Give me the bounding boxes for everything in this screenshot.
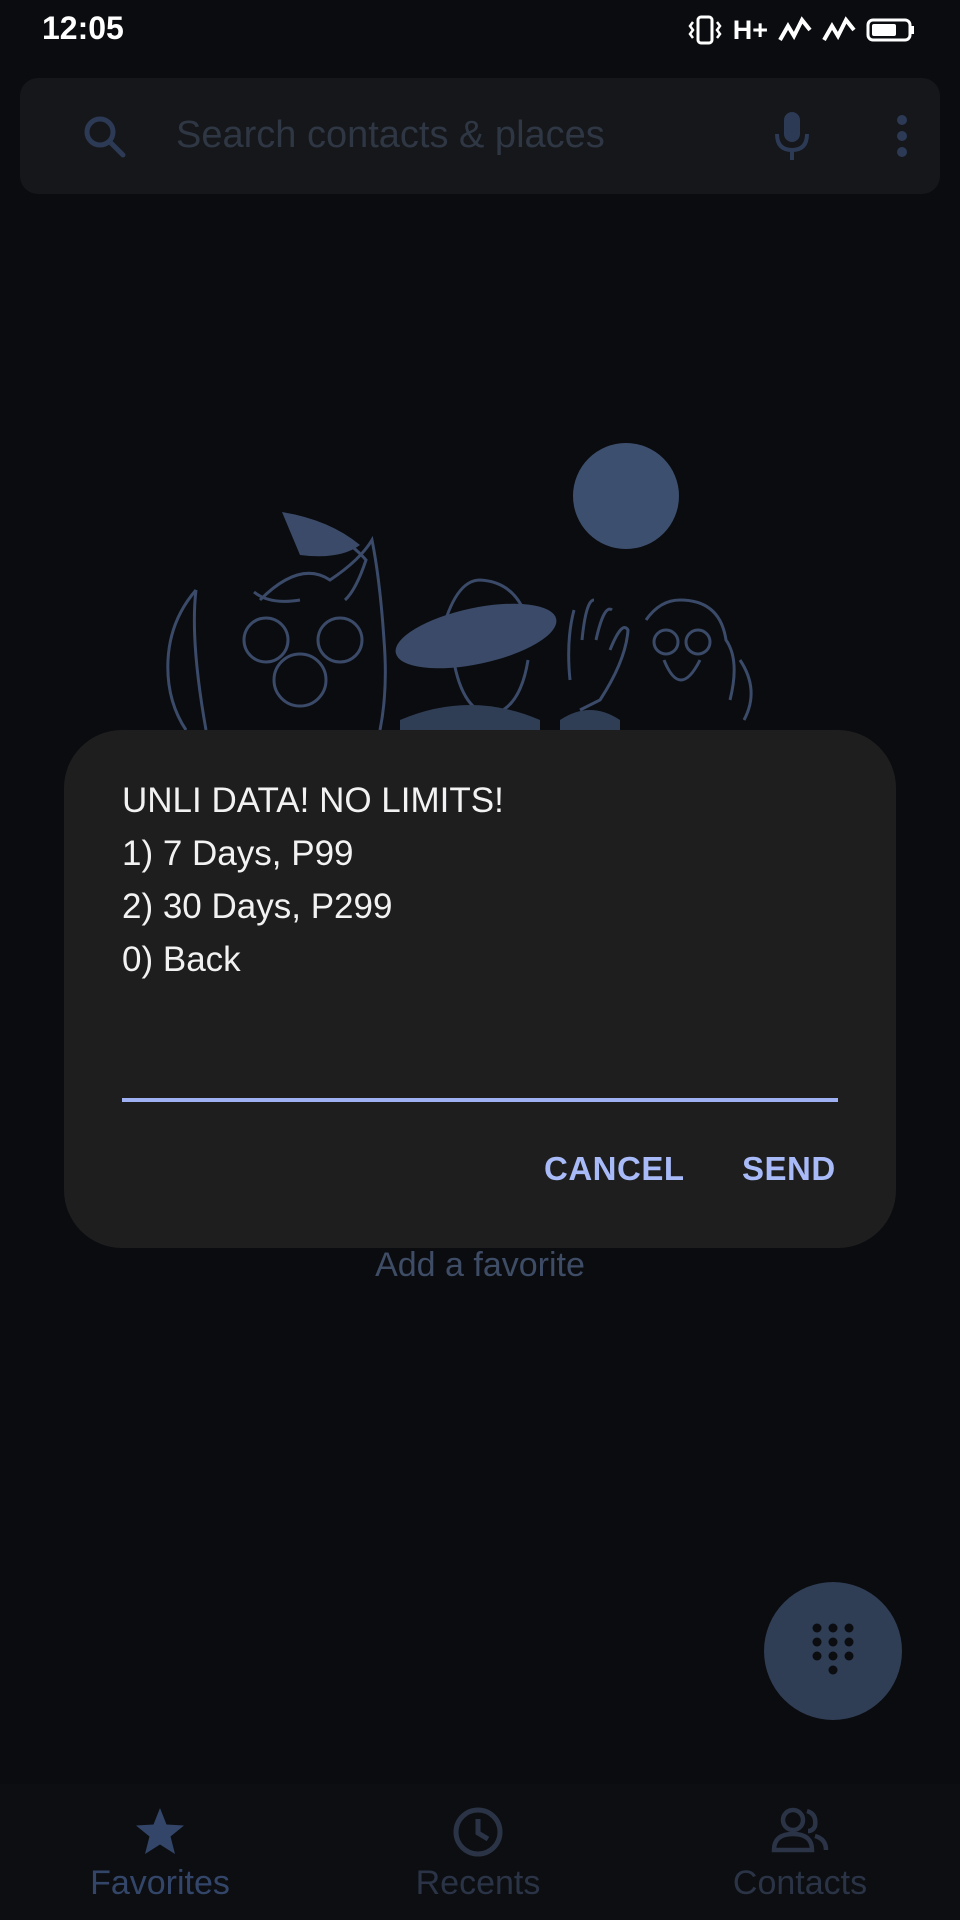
dialog-line-title: UNLI DATA! NO LIMITS!	[122, 781, 504, 820]
send-button[interactable]: SEND	[742, 1150, 836, 1188]
status-icons: H+	[687, 14, 916, 46]
people-icon	[680, 1806, 920, 1854]
dialog-line-option-1: 1) 7 Days, P99	[122, 834, 354, 873]
dialpad-button[interactable]	[764, 1582, 902, 1720]
mic-icon[interactable]	[772, 110, 812, 167]
bottom-navigation: Favorites Recents Contacts	[0, 1784, 960, 1920]
vibrate-icon	[687, 14, 723, 46]
signal-icon	[778, 16, 812, 44]
network-type: H+	[732, 14, 768, 45]
nav-favorites[interactable]: Favorites	[40, 1784, 280, 1920]
nav-favorites-label: Favorites	[90, 1864, 230, 1902]
add-favorite-text[interactable]: Add a favorite	[0, 1246, 960, 1285]
dialog-line-option-2: 2) 30 Days, P299	[122, 887, 393, 926]
nav-recents-label: Recents	[415, 1864, 541, 1902]
status-bar: 12:05 H+	[0, 0, 960, 62]
status-time: 12:05	[42, 10, 124, 46]
dialog-message: UNLI DATA! NO LIMITS! 1) 7 Days, P99 2) …	[122, 774, 842, 986]
dialpad-icon	[811, 1622, 855, 1681]
moon-shape	[573, 443, 679, 549]
battery-icon	[866, 16, 916, 44]
nav-contacts[interactable]: Contacts	[680, 1784, 920, 1920]
star-icon	[40, 1806, 280, 1856]
nav-recents[interactable]: Recents	[358, 1784, 598, 1920]
search-icon[interactable]	[80, 112, 128, 165]
search-bar[interactable]: Search contacts & places	[20, 78, 940, 194]
ussd-response-input[interactable]	[122, 1042, 838, 1102]
cancel-button[interactable]: CANCEL	[544, 1150, 685, 1188]
nav-contacts-label: Contacts	[732, 1864, 868, 1902]
more-vert-icon[interactable]	[892, 112, 912, 165]
signal-icon-2	[822, 16, 856, 44]
ussd-dialog: UNLI DATA! NO LIMITS! 1) 7 Days, P99 2) …	[64, 730, 896, 1248]
favorites-illustration	[0, 420, 960, 740]
clock-icon	[358, 1806, 598, 1858]
search-placeholder[interactable]: Search contacts & places	[176, 114, 605, 157]
dialog-line-option-back: 0) Back	[122, 940, 241, 979]
